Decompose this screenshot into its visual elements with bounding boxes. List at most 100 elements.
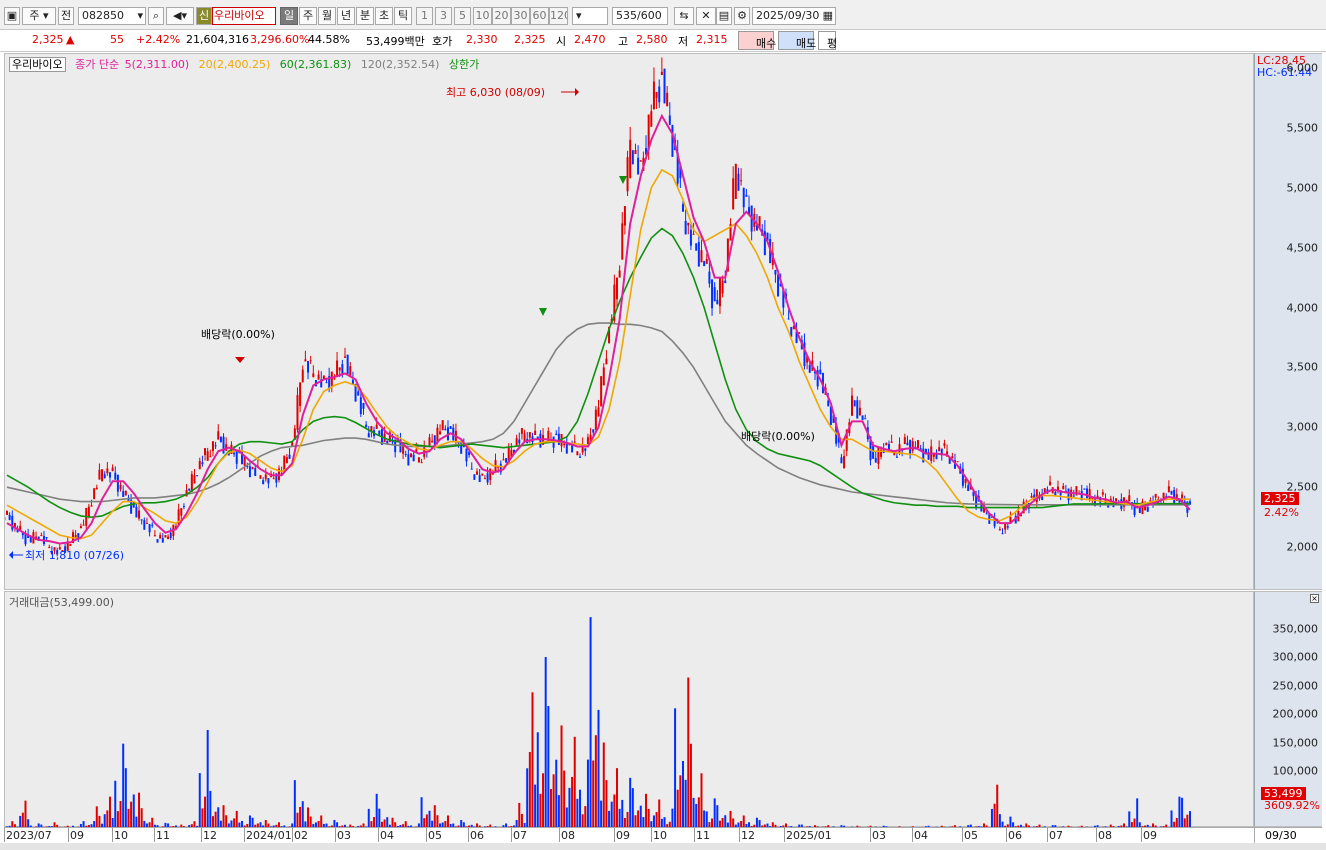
time-tick-label: 12: [203, 829, 217, 842]
price-chart-panel[interactable]: 우리바이오 종가 단순 5(2,311.00) 20(2,400.25) 60(…: [4, 53, 1254, 590]
time-tick-label: 08: [1098, 829, 1112, 842]
volume-bar: [375, 793, 378, 828]
date-field[interactable]: 2025/09/30 ▦: [752, 7, 836, 25]
tab-period-2[interactable]: 월: [318, 7, 336, 25]
candle-body: [486, 473, 489, 483]
candle-body: [1001, 533, 1004, 535]
candle-body: [439, 431, 442, 435]
tab-interval-6[interactable]: 60: [530, 7, 549, 25]
bar-count-max: /600: [637, 9, 662, 22]
volume-chart-panel[interactable]: 거래대금(53,499.00): [4, 591, 1254, 828]
gear-icon[interactable]: ⚙: [734, 7, 750, 25]
volume-bar: [990, 808, 993, 828]
calendar-icon[interactable]: ▦: [823, 8, 833, 24]
candle-body: [851, 395, 853, 416]
chevron-down-icon[interactable]: ▾: [137, 8, 143, 24]
candle-body: [885, 442, 888, 446]
tab-interval-7[interactable]: 120: [549, 7, 568, 25]
candle-body: [787, 318, 790, 320]
save-icon[interactable]: ▤: [716, 7, 732, 25]
candle-body: [114, 472, 117, 480]
time-tick-label: 05: [964, 829, 978, 842]
candle-body: [629, 139, 632, 179]
volume-bar: [1189, 811, 1191, 828]
candle-body: [417, 457, 420, 463]
candle-body: [909, 439, 912, 454]
volume-bar: [605, 780, 608, 828]
volume-bar: [534, 784, 537, 828]
candle-body: [138, 510, 141, 519]
stock-name[interactable]: 우리바이오: [212, 7, 276, 25]
time-tick-label: 06: [1008, 829, 1022, 842]
candle-body: [254, 468, 257, 477]
candle-body: [856, 400, 859, 419]
price-tick-label: 5,000: [1286, 181, 1319, 195]
volume-bar: [433, 805, 436, 828]
candle-body: [196, 475, 199, 477]
stock-code-input[interactable]: 082850 ▾: [78, 7, 146, 25]
tab-interval-4[interactable]: 20: [492, 7, 511, 25]
layout-icon[interactable]: ▣: [4, 7, 20, 25]
candle-body: [6, 510, 8, 515]
candle-body: [687, 222, 690, 226]
tab-interval-0[interactable]: 1: [416, 7, 433, 25]
tab-period-1[interactable]: 주: [299, 7, 317, 25]
tab-interval-5[interactable]: 30: [511, 7, 530, 25]
candle-body: [465, 448, 468, 462]
prev-button[interactable]: 전: [58, 7, 74, 25]
candle-body: [211, 441, 214, 451]
volume-bar: [209, 790, 212, 828]
volume-bar: [705, 811, 708, 828]
candle-body: [705, 258, 708, 264]
speaker-icon[interactable]: ◀▾: [166, 7, 194, 25]
tab-period-5[interactable]: 초: [375, 7, 393, 25]
volume-bar: [993, 803, 996, 828]
candle-body: [956, 461, 959, 463]
volume-bar: [140, 808, 143, 828]
candle-body: [167, 536, 170, 540]
volume-bar: [301, 801, 304, 828]
search-icon[interactable]: ⌕: [148, 7, 164, 25]
candle-body: [819, 369, 822, 375]
interval-custom-input[interactable]: ▾: [572, 7, 608, 25]
tab-period-3[interactable]: 년: [337, 7, 355, 25]
tab-interval-2[interactable]: 5: [454, 7, 471, 25]
bar-count-field[interactable]: 535/600: [612, 7, 668, 25]
time-tick-label: 09: [616, 829, 630, 842]
volume-bar: [687, 677, 690, 828]
volume-bar: [713, 798, 716, 828]
candle-body: [336, 360, 339, 377]
volume-bar: [108, 796, 111, 828]
tab-interval-1[interactable]: 3: [435, 7, 452, 25]
tab-period-6[interactable]: 틱: [394, 7, 412, 25]
candles: [5, 57, 1191, 557]
volume-bar: [201, 808, 204, 828]
tab-period-4[interactable]: 분: [356, 7, 374, 25]
buy-button[interactable]: 매수: [738, 31, 776, 50]
volume-bar: [655, 812, 658, 828]
scrollbar[interactable]: [0, 843, 1326, 850]
candle-body: [407, 454, 410, 466]
candle-body: [666, 92, 669, 107]
volume-bar: [428, 810, 431, 828]
candle-body: [410, 453, 413, 458]
candle-body: [8, 514, 11, 521]
zoom-icon[interactable]: ⇆: [674, 7, 694, 25]
crosshair-icon[interactable]: ✕: [696, 7, 716, 25]
tab-interval-3[interactable]: 10: [473, 7, 492, 25]
market-select[interactable]: 주 ▾: [22, 7, 56, 25]
candle-body: [338, 367, 341, 371]
time-tick-label: 03: [872, 829, 886, 842]
candle-body: [233, 452, 236, 455]
candle-body: [145, 522, 148, 524]
candle-body: [312, 373, 315, 378]
sell-button[interactable]: 매도: [778, 31, 816, 50]
close-icon[interactable]: ×: [1310, 594, 1319, 603]
candle-body: [658, 86, 661, 103]
market-label: 주: [29, 9, 40, 22]
time-tick: [68, 828, 69, 842]
balance-button[interactable]: 평: [818, 31, 837, 50]
tab-period-0[interactable]: 일: [280, 7, 298, 25]
stock-name-text: 우리바이오: [214, 9, 265, 22]
candle-body: [169, 532, 172, 539]
